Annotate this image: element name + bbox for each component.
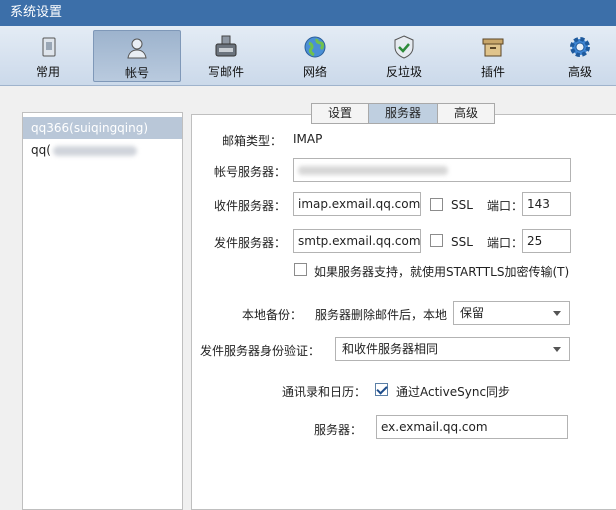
tab-advanced[interactable]: 高级 (437, 103, 496, 124)
toolbar-antispam-label: 反垃圾 (385, 65, 422, 79)
incoming-port-field[interactable]: 143 (522, 192, 571, 216)
outgoing-ssl-checkbox[interactable] (430, 234, 443, 247)
shield-icon (394, 35, 414, 59)
activesync-server-field[interactable]: ex.exmail.qq.com (376, 415, 568, 439)
toolbar-network-button[interactable]: 网络 (271, 30, 359, 82)
chevron-down-icon (553, 347, 561, 352)
incoming-server-field[interactable]: imap.exmail.qq.com (293, 192, 421, 216)
general-icon (42, 37, 56, 57)
activesync-label: 通过ActiveSync同步 (396, 385, 511, 399)
account-server-label: 帐号服务器： (213, 165, 286, 179)
tab-server[interactable]: 服务器 (368, 103, 439, 124)
settings-toolbar: 常用 帐号 写邮件 网络 反垃圾 插件 高级 (0, 26, 616, 86)
outgoing-auth-select[interactable]: 和收件服务器相同 (335, 337, 570, 361)
outgoing-server-field[interactable]: smtp.exmail.qq.com (293, 229, 421, 253)
local-backup-select[interactable]: 保留 (453, 301, 570, 325)
starttls-label: 如果服务器支持，就使用STARTTLS加密传输(T) (314, 265, 570, 279)
toolbar-advanced-button[interactable]: 高级 (536, 30, 616, 82)
account-item[interactable]: qq366(suiqingqing) (23, 117, 182, 139)
toolbar-general-button[interactable]: 常用 (4, 30, 92, 82)
incoming-ssl-label: SSL (451, 198, 473, 212)
incoming-server-label: 收件服务器： (213, 199, 286, 213)
gear-icon (570, 37, 590, 57)
activesync-server-label: 服务器： (313, 423, 362, 437)
redacted-text (52, 145, 137, 156)
toolbar-network-label: 网络 (302, 65, 327, 79)
starttls-checkbox[interactable] (294, 263, 307, 276)
incoming-port-label: 端口： (487, 199, 524, 213)
globe-icon (304, 36, 326, 58)
settings-tabs: 设置 服务器 高级 (311, 103, 496, 124)
toolbar-account-label: 帐号 (124, 66, 149, 80)
local-backup-text: 服务器删除邮件后，本地 (315, 308, 448, 322)
compose-icon (215, 35, 237, 57)
contacts-calendar-label: 通讯录和日历： (281, 385, 366, 399)
account-server-field[interactable] (293, 158, 571, 182)
toolbar-advanced-label: 高级 (567, 65, 592, 79)
account-item-label: qq( (31, 143, 51, 157)
activesync-checkbox[interactable] (375, 383, 388, 396)
outgoing-ssl-label: SSL (451, 235, 473, 249)
outgoing-auth-label: 发件服务器身份验证： (200, 344, 321, 358)
mail-type-value: IMAP (293, 132, 323, 146)
toolbar-compose-label: 写邮件 (207, 65, 244, 79)
incoming-ssl-checkbox[interactable] (430, 198, 443, 211)
outgoing-port-field[interactable]: 25 (522, 229, 571, 253)
account-item-label: qq366(suiqingqing) (31, 121, 149, 135)
account-item[interactable]: qq( (23, 139, 182, 161)
toolbar-antispam-button[interactable]: 反垃圾 (360, 30, 448, 82)
tab-settings[interactable]: 设置 (311, 103, 370, 124)
plugin-icon (482, 38, 504, 57)
outgoing-port-label: 端口： (487, 236, 524, 250)
toolbar-plugins-label: 插件 (480, 65, 505, 79)
user-icon (127, 38, 147, 59)
chevron-down-icon (553, 311, 561, 316)
redacted-text (298, 166, 448, 175)
outgoing-server-label: 发件服务器： (213, 236, 286, 250)
local-backup-label: 本地备份： (241, 308, 302, 322)
account-list: qq366(suiqingqing) qq( (22, 112, 183, 510)
local-backup-value: 保留 (460, 306, 485, 320)
mail-type-label: 邮箱类型： (221, 134, 282, 148)
toolbar-plugins-button[interactable]: 插件 (449, 30, 537, 82)
window-title: 系统设置 (0, 0, 616, 26)
toolbar-compose-button[interactable]: 写邮件 (182, 30, 270, 82)
toolbar-general-label: 常用 (35, 65, 60, 79)
outgoing-auth-value: 和收件服务器相同 (342, 342, 439, 356)
toolbar-account-button[interactable]: 帐号 (93, 30, 181, 82)
